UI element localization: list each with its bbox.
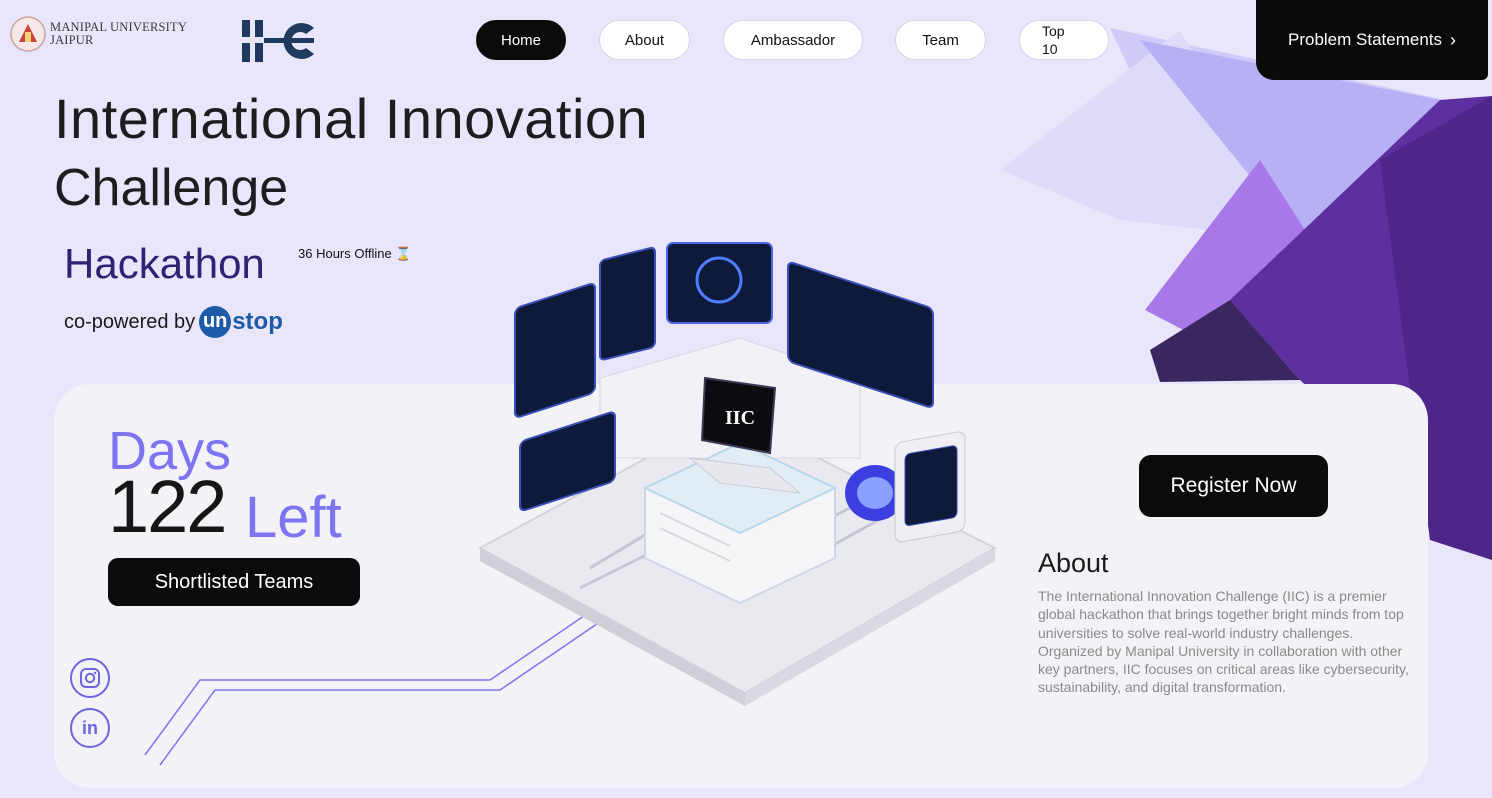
page-title-line1: International Innovation [54,87,649,150]
about-text: The International Innovation Challenge (… [1038,588,1409,696]
instagram-glyph [80,668,100,688]
linkedin-icon[interactable]: in [70,708,110,748]
about-heading: About [1038,548,1109,578]
nav-home[interactable]: Home [476,20,566,60]
iic-logo[interactable] [242,20,318,62]
duration-text: 36 Hours Offline [298,246,392,261]
nav-top-10-label: Top 10 [1042,23,1065,57]
unstop-logo-mark[interactable]: un [199,306,232,338]
co-powered-by: co-powered by un stop [64,306,283,338]
shortlisted-teams-button[interactable]: Shortlisted Teams [108,558,360,606]
page-title-line2: Challenge [54,159,289,217]
instagram-icon[interactable] [70,658,110,698]
problem-statements-button[interactable]: Problem Statements › [1256,0,1488,80]
countdown-days-value: 122 [108,465,227,548]
problem-statements-label: Problem Statements [1287,30,1442,49]
nav-ambassador-label: Ambassador [750,31,836,49]
nav-team[interactable]: Team [895,20,986,60]
countdown-left-label: Left [245,485,342,550]
nav-ambassador[interactable]: Ambassador [723,20,863,60]
university-crest-icon [10,16,46,52]
nav-home-label: Home [500,31,541,49]
unstop-logo-text[interactable]: stop [232,308,283,336]
hourglass-icon: ⌛ [395,246,412,261]
hackathon-subtitle: Hackathon [64,240,265,287]
nav-about-label: About [624,31,665,49]
register-now-button[interactable]: Register Now [1139,455,1328,517]
chevron-right-icon: › [1450,29,1456,50]
nav-team-label: Team [922,31,959,49]
university-brand[interactable]: MANIPAL UNIVERSITY JAIPUR [8,14,187,54]
nav-top-10[interactable]: Top 10 [1019,20,1109,60]
illustration-screen-label: IIC [725,407,755,429]
co-powered-label: co-powered by [64,310,196,333]
hackathon-illustration: IIC [477,242,998,706]
university-name: MANIPAL UNIVERSITY JAIPUR [50,20,188,47]
hackathon-duration-note: 36 Hours Offline ⌛ [298,246,412,262]
nav-about[interactable]: About [599,20,690,60]
